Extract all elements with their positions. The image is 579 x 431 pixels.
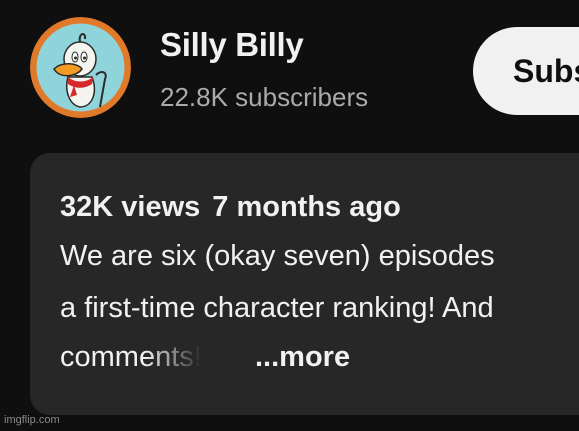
subscriber-count: 22.8K subscribers xyxy=(160,82,369,112)
more-link[interactable]: ...more xyxy=(255,341,350,374)
subscribe-button[interactable]: Subscribe xyxy=(473,27,579,115)
video-meta: 32K views 7 months ago xyxy=(60,191,401,224)
video-info-panel: Silly Billy 22.8K subscribers Subscribe … xyxy=(0,0,579,431)
channel-name[interactable]: Silly Billy xyxy=(160,26,304,64)
watermark: imgflip.com xyxy=(4,414,60,426)
channel-avatar[interactable] xyxy=(30,17,131,118)
description-line: We are six (okay seven) episodes xyxy=(60,240,495,272)
upload-date: 7 months ago xyxy=(212,191,401,223)
description-line: comments! xyxy=(60,341,202,374)
description-fade-text: comments! xyxy=(60,341,202,373)
description-line: a first-time character ranking! And xyxy=(60,292,494,324)
view-count: 32K views xyxy=(60,191,201,223)
duck-avatar-icon xyxy=(30,17,131,118)
